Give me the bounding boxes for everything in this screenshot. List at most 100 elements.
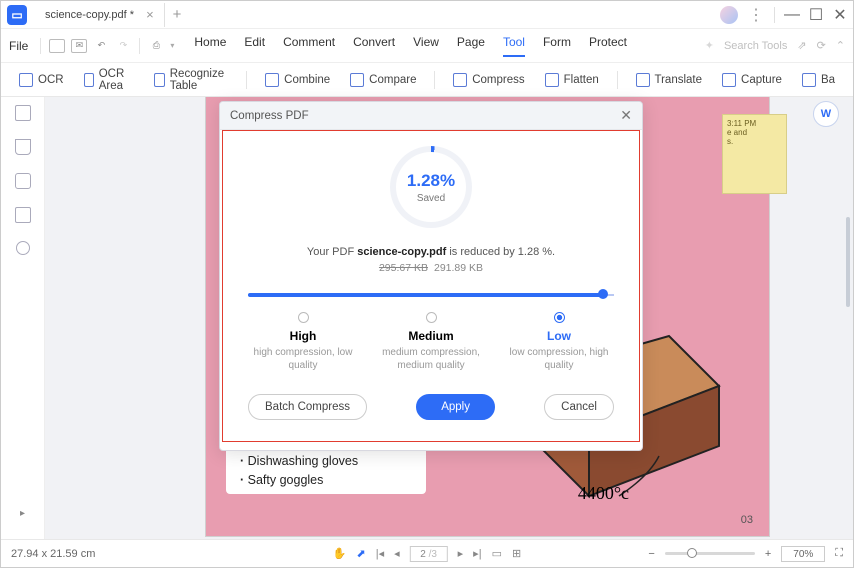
page-number: 03 — [741, 514, 753, 526]
save-icon[interactable] — [49, 39, 65, 53]
undo-icon[interactable]: ↶ — [93, 39, 109, 53]
compare-button[interactable]: Compare — [342, 70, 424, 90]
menu-bar: File ✉ ↶ ↷ ⎙ ▾ HomeEditCommentConvertVie… — [1, 29, 853, 63]
page-dimensions: 27.94 x 21.59 cm — [11, 548, 95, 560]
wand-icon[interactable]: ✦ — [705, 39, 714, 52]
temperature-label: 4400°c — [578, 483, 629, 504]
sticky-note[interactable]: 3:11 PM e and s. — [722, 114, 787, 194]
zoom-in-icon[interactable]: + — [765, 548, 771, 560]
batch-button[interactable]: Ba — [794, 70, 843, 90]
translate-button[interactable]: Translate — [628, 70, 711, 90]
menu-view[interactable]: View — [413, 35, 439, 57]
option-desc: high compression, low quality — [248, 346, 358, 372]
zoom-out-icon[interactable]: − — [648, 548, 654, 560]
dialog-header[interactable]: Compress PDF ✕ — [220, 102, 642, 130]
ocr-button[interactable]: OCR — [11, 70, 72, 90]
cancel-button[interactable]: Cancel — [544, 394, 614, 420]
compress-option-medium[interactable]: Mediummedium compression, medium quality — [376, 312, 486, 372]
tab-title: science-copy.pdf * — [45, 9, 134, 21]
apply-button[interactable]: Apply — [416, 394, 495, 420]
page-input[interactable]: 2 /3 — [410, 546, 448, 562]
collapse-icon[interactable]: ⌃ — [836, 39, 845, 52]
search-panel-icon[interactable] — [16, 241, 30, 255]
saved-label: Saved — [417, 193, 445, 204]
account-avatar[interactable] — [720, 6, 738, 24]
compression-slider[interactable] — [248, 292, 614, 298]
reduce-summary: Your PDF science-copy.pdf is reduced by … — [248, 246, 614, 258]
close-window-button[interactable]: ✕ — [833, 8, 847, 22]
last-page-icon[interactable]: ▸| — [473, 547, 481, 560]
zoom-slider[interactable] — [665, 552, 755, 555]
next-page-icon[interactable]: ▸ — [458, 547, 464, 560]
share-icon[interactable]: ⇗ — [797, 39, 806, 52]
menu-form[interactable]: Form — [543, 35, 571, 57]
search-tools-input[interactable]: Search Tools — [724, 40, 787, 52]
comment-panel-icon[interactable] — [15, 173, 31, 189]
hand-tool-icon[interactable]: ✋ — [333, 547, 347, 560]
radio-icon[interactable] — [554, 312, 565, 323]
first-page-icon[interactable]: |◂ — [376, 547, 384, 560]
radio-icon[interactable] — [298, 312, 309, 323]
slider-knob[interactable] — [598, 289, 608, 299]
combine-button[interactable]: Combine — [257, 70, 338, 90]
capture-icon — [722, 73, 736, 87]
menu-edit[interactable]: Edit — [244, 35, 265, 57]
file-menu[interactable]: File — [9, 39, 28, 53]
compare-icon — [350, 73, 364, 87]
option-desc: low compression, high quality — [504, 346, 614, 372]
menu-convert[interactable]: Convert — [353, 35, 395, 57]
option-name: Medium — [376, 329, 486, 343]
maximize-button[interactable]: ☐ — [809, 8, 823, 22]
menu-home[interactable]: Home — [194, 35, 226, 57]
print-icon[interactable]: ⎙ — [148, 39, 164, 53]
flatten-button[interactable]: Flatten — [537, 70, 607, 90]
fit-page-icon[interactable]: ⊞ — [512, 547, 521, 560]
cloud-icon[interactable]: ⟳ — [817, 39, 826, 52]
compress-button[interactable]: Compress — [445, 70, 532, 90]
document-tab[interactable]: science-copy.pdf * × — [35, 3, 165, 27]
title-bar: ▭ science-copy.pdf * × + ⋮ — ☐ ✕ — [1, 1, 853, 29]
dialog-title: Compress PDF — [230, 110, 309, 122]
tool-toolbar: OCR OCR Area Recognize Table Combine Com… — [1, 63, 853, 97]
menu-page[interactable]: Page — [457, 35, 485, 57]
new-tab-button[interactable]: + — [173, 6, 182, 23]
saved-percent: 1.28% — [407, 171, 455, 191]
list-item: Safty goggles — [240, 471, 412, 490]
fullscreen-icon[interactable]: ⛶ — [835, 547, 843, 560]
word-export-badge[interactable]: W — [813, 101, 839, 127]
bookmark-icon[interactable] — [15, 139, 31, 155]
minimize-button[interactable]: — — [785, 8, 799, 22]
kebab-icon[interactable]: ⋮ — [748, 5, 764, 25]
menu-protect[interactable]: Protect — [589, 35, 627, 57]
thumbnails-icon[interactable] — [15, 105, 31, 121]
scrollbar-thumb[interactable] — [846, 217, 850, 307]
option-name: High — [248, 329, 358, 343]
attachment-icon[interactable] — [15, 207, 31, 223]
menu-comment[interactable]: Comment — [283, 35, 335, 57]
progress-ring: 1.28% Saved — [390, 146, 472, 228]
fit-width-icon[interactable]: ▭ — [492, 547, 502, 560]
batch-compress-button[interactable]: Batch Compress — [248, 394, 367, 420]
flatten-icon — [545, 73, 559, 87]
compress-dialog: Compress PDF ✕ 1.28% Saved Your PDF scie… — [219, 101, 643, 451]
radio-icon[interactable] — [426, 312, 437, 323]
select-tool-icon[interactable]: ⬈ — [357, 547, 366, 560]
menu-tool[interactable]: Tool — [503, 35, 525, 57]
ocr-area-button[interactable]: OCR Area — [76, 65, 143, 95]
expand-rail-icon[interactable]: ▸ — [20, 508, 25, 519]
zoom-value[interactable]: 70% — [781, 546, 825, 562]
compress-option-high[interactable]: High high compression, low quality — [248, 312, 358, 372]
prev-page-icon[interactable]: ◂ — [394, 547, 400, 560]
left-rail: ▸ — [1, 97, 45, 539]
capture-button[interactable]: Capture — [714, 70, 790, 90]
app-logo: ▭ — [7, 5, 27, 25]
close-icon[interactable]: ✕ — [620, 107, 632, 124]
ocr-icon — [19, 73, 33, 87]
recognize-table-button[interactable]: Recognize Table — [146, 65, 236, 95]
close-icon[interactable]: × — [146, 7, 154, 22]
status-bar: 27.94 x 21.59 cm ✋ ⬈ |◂ ◂ 2 /3 ▸ ▸| ▭ ⊞ … — [1, 539, 853, 567]
redo-icon[interactable]: ↷ — [115, 39, 131, 53]
translate-icon — [636, 73, 650, 87]
mail-icon[interactable]: ✉ — [71, 39, 87, 53]
compress-option-low[interactable]: Lowlow compression, high quality — [504, 312, 614, 372]
